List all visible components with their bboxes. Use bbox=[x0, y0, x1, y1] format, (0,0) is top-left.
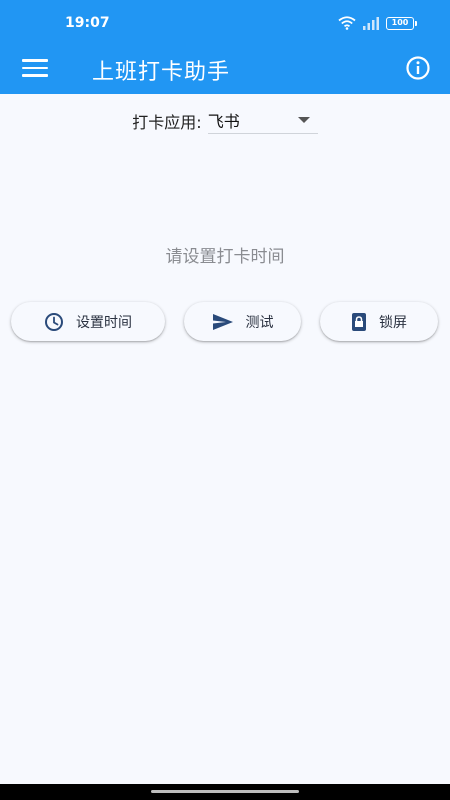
battery-icon: 100 bbox=[386, 16, 417, 30]
test-label: 测试 bbox=[245, 314, 274, 331]
app-select-row: 打卡应用: 飞书 bbox=[0, 106, 450, 134]
lock-screen-label: 锁屏 bbox=[379, 314, 407, 331]
status-bar: 19:07 100 bbox=[0, 0, 450, 44]
lock-screen-button[interactable]: 锁屏 bbox=[320, 302, 438, 341]
app-select-value: 飞书 bbox=[207, 111, 240, 131]
app-select-label: 打卡应用: bbox=[132, 113, 202, 132]
set-time-button[interactable]: 设置时间 bbox=[11, 302, 165, 341]
header: 19:07 100 上班打卡助手 bbox=[0, 0, 450, 94]
dropdown-arrow-icon bbox=[297, 117, 310, 123]
test-button[interactable]: 测试 bbox=[184, 302, 301, 341]
set-time-label: 设置时间 bbox=[76, 314, 132, 331]
menu-icon[interactable] bbox=[22, 55, 48, 81]
app-select-dropdown[interactable]: 飞书 bbox=[207, 106, 318, 134]
app-title: 上班打卡助手 bbox=[92, 60, 231, 85]
signal-icon bbox=[363, 17, 379, 30]
status-icons: 100 bbox=[338, 14, 417, 32]
send-icon bbox=[212, 313, 233, 330]
clock-icon bbox=[45, 312, 63, 331]
empty-hint: 请设置打卡时间 bbox=[165, 247, 285, 267]
lock-icon bbox=[352, 312, 366, 331]
wifi-icon bbox=[338, 16, 356, 30]
navigation-bar bbox=[0, 784, 450, 800]
app-bar: 上班打卡助手 bbox=[0, 44, 450, 94]
status-time: 19:07 bbox=[65, 15, 110, 31]
home-indicator[interactable] bbox=[151, 790, 299, 793]
info-icon[interactable] bbox=[404, 54, 432, 82]
